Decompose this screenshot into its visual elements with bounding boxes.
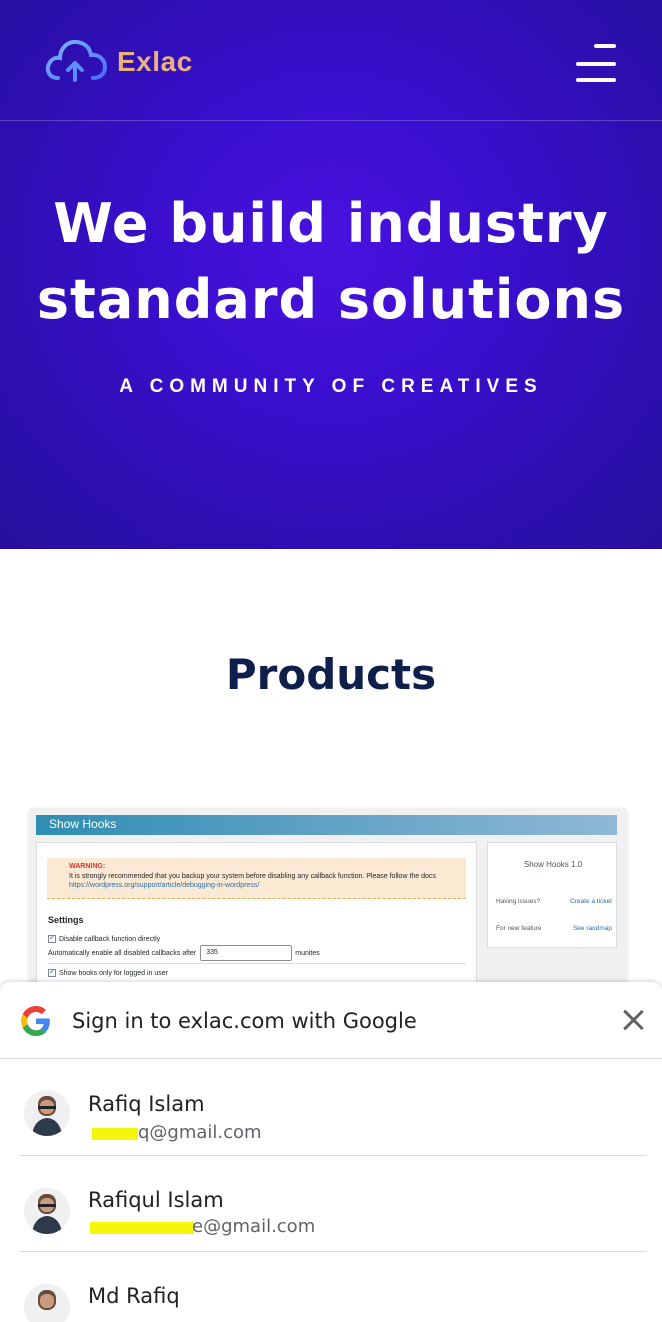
support-label: Having issues? xyxy=(496,898,541,905)
checkbox[interactable] xyxy=(48,933,56,943)
feature-label: For new feature xyxy=(496,925,542,932)
avatar xyxy=(24,1188,70,1234)
sheet-title: Sign in to exlac.com with Google xyxy=(72,1009,417,1033)
product-screenshot-show-hooks[interactable]: Show Hooks WARNING: It is strongly recom… xyxy=(29,808,627,988)
hero-title: We build industry standard solutions xyxy=(0,186,662,338)
option-label: Disable callback function directly xyxy=(59,935,161,943)
google-g-icon xyxy=(21,1006,50,1036)
divider xyxy=(48,963,466,964)
avatar xyxy=(24,1284,70,1322)
hero-title-line-2: standard solutions xyxy=(36,268,626,331)
minutes-input[interactable]: 335 xyxy=(200,945,293,961)
account-name: Md Rafiq xyxy=(88,1284,180,1308)
cloud-upload-icon[interactable] xyxy=(44,36,108,84)
plugin-version: Show Hooks 1.0 xyxy=(523,860,583,869)
hamburger-menu-icon[interactable] xyxy=(572,42,620,84)
redaction-highlight xyxy=(90,1222,194,1234)
sheet-header: Sign in to exlac.com with Google xyxy=(0,982,662,1059)
hero-subtitle: A COMMUNITY OF CREATIVES xyxy=(119,376,543,397)
account-item[interactable]: Md Rafiq xyxy=(0,1252,662,1322)
site-header: Exlac xyxy=(0,0,662,121)
option-disable-callback[interactable]: Disable callback function directly xyxy=(48,933,161,943)
feature-row: For new feature See raodmap xyxy=(496,925,612,932)
create-ticket-link[interactable]: Create a ticket xyxy=(570,898,612,905)
account-item[interactable]: Rafiq Islam q@gmail.com xyxy=(0,1060,662,1156)
warning-title: WARNING: xyxy=(69,863,106,870)
option-suffix: munites xyxy=(295,949,320,957)
warning-link[interactable]: https://wordpress.org/support/article/de… xyxy=(69,881,466,891)
option-logged-in-only[interactable]: Show hooks only for logged in user xyxy=(48,967,168,977)
option-auto-enable: Automatically enable all disabled callba… xyxy=(48,945,320,961)
google-signin-sheet: Sign in to exlac.com with Google Rafiq I… xyxy=(0,982,662,1322)
redaction-highlight xyxy=(92,1128,138,1140)
product-card-header: Show Hooks xyxy=(36,815,617,835)
checkbox[interactable] xyxy=(48,967,56,977)
option-label: Automatically enable all disabled callba… xyxy=(48,949,197,957)
hero-title-line-1: We build industry xyxy=(53,192,609,255)
close-icon[interactable] xyxy=(617,1004,649,1036)
settings-label: Settings xyxy=(48,915,84,925)
warning-notice: WARNING: It is strongly recommended that… xyxy=(47,858,466,899)
account-name: Rafiqul Islam xyxy=(88,1188,224,1212)
account-email: q@gmail.com xyxy=(138,1122,262,1143)
account-name: Rafiq Islam xyxy=(88,1092,205,1116)
settings-panel: WARNING: It is strongly recommended that… xyxy=(36,842,477,988)
account-email: e@gmail.com xyxy=(192,1216,316,1237)
option-label: Show hooks only for logged in user xyxy=(59,969,168,977)
plugin-info-panel: Show Hooks 1.0 Having issues? Create a t… xyxy=(487,842,617,948)
account-item[interactable]: Rafiqul Islam e@gmail.com xyxy=(0,1156,662,1252)
warning-text: It is strongly recommended that you back… xyxy=(69,872,436,880)
hero-section: Exlac We build industry standard solutio… xyxy=(0,0,662,549)
avatar xyxy=(24,1090,70,1136)
brand-name[interactable]: Exlac xyxy=(117,46,193,78)
roadmap-link[interactable]: See raodmap xyxy=(573,925,612,932)
support-row: Having issues? Create a ticket xyxy=(496,898,612,905)
products-heading: Products xyxy=(225,650,437,699)
